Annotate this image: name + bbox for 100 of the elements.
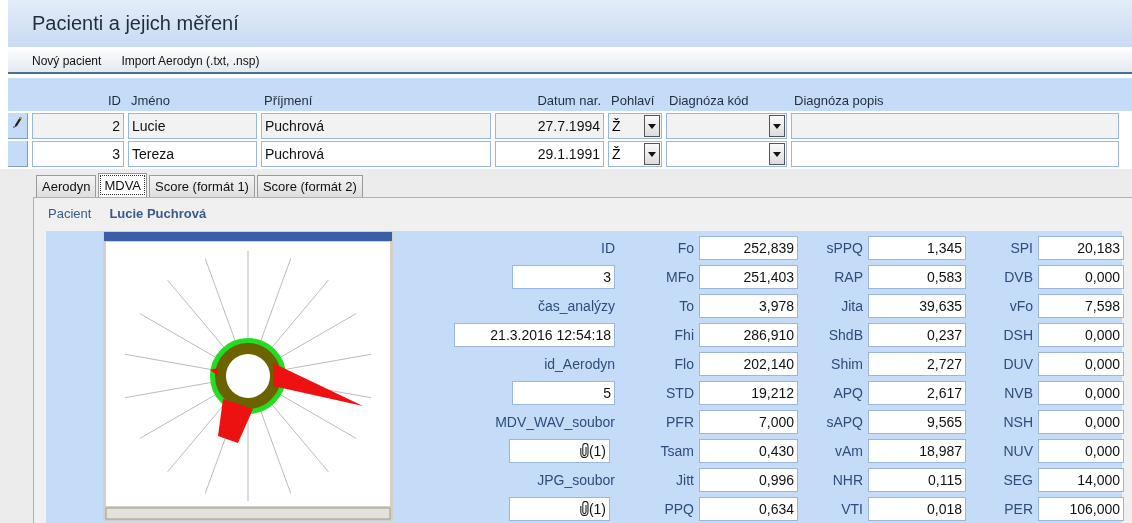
diagnosis-dropdown[interactable]	[666, 113, 787, 139]
field-label: id_Aerodyn	[544, 355, 615, 372]
measure-field[interactable]: 0,000	[1038, 438, 1124, 463]
toolbar-button[interactable]: Nový pacient	[32, 53, 102, 68]
sex-dropdown[interactable]: Ž	[608, 113, 662, 139]
measure-field[interactable]: 252,839	[699, 235, 798, 260]
measure-label: APQ	[833, 384, 863, 401]
measure-field[interactable]: 14,000	[1038, 467, 1124, 492]
measure-field[interactable]: 20,183	[1038, 235, 1124, 260]
measure-field[interactable]: 0,000	[1038, 409, 1124, 434]
datetime-field[interactable]: 21.3.2016 12:54:18	[454, 322, 615, 347]
table-cell: Puchrová	[261, 141, 491, 167]
measure-label: ShdB	[828, 326, 863, 343]
measure-label: RAP	[834, 268, 863, 285]
measure-field[interactable]: 1,345	[868, 235, 966, 260]
caret-icon	[648, 151, 656, 157]
measure-field[interactable]: 0,000	[1038, 351, 1124, 376]
measure-label: Jitt	[676, 471, 694, 488]
measure-label: NHR	[832, 471, 863, 488]
measure-field[interactable]: 0,996	[699, 467, 798, 492]
input-field[interactable]: 5	[512, 380, 615, 405]
measure-field[interactable]: 106,000	[1038, 496, 1124, 521]
measure-label: NVB	[1004, 384, 1033, 401]
measure-field[interactable]: 2,727	[868, 351, 966, 376]
measure-field[interactable]: 7,000	[699, 409, 798, 434]
field-label: JPG_soubor	[537, 471, 615, 488]
sex-dropdown[interactable]: Ž	[608, 141, 662, 167]
measure-field[interactable]: 7,598	[1038, 293, 1124, 318]
attachment-field[interactable]: (1)	[509, 438, 610, 463]
measure-field[interactable]: 0,634	[699, 496, 798, 521]
measure-label: PFR	[666, 413, 694, 430]
measure-label: STD	[666, 384, 694, 401]
measure-label: Fhi	[674, 326, 694, 343]
column-header: Datum nar.	[536, 93, 602, 108]
column-header: Diagnóza popis	[793, 93, 885, 108]
table-cell: Tereza	[128, 141, 257, 167]
measure-label: Fo	[677, 239, 694, 256]
table-cell: Puchrová	[261, 113, 491, 139]
table-cell: 29.1.1991	[495, 141, 604, 167]
measure-label: To	[679, 297, 694, 314]
tab[interactable]: Score (formát 2)	[256, 175, 363, 197]
measure-field[interactable]: 3,978	[699, 293, 798, 318]
measure-field[interactable]: 39,635	[868, 293, 966, 318]
measure-label: Jita	[841, 297, 863, 314]
measure-label: Shim	[831, 355, 863, 372]
tab[interactable]: Aerodyn	[36, 175, 97, 197]
measure-label: vAm	[835, 442, 863, 459]
measure-field[interactable]: 0,583	[868, 264, 966, 289]
measure-field[interactable]: 18,987	[868, 438, 966, 463]
measure-label: DVB	[1004, 268, 1033, 285]
table-cell: Lucie	[128, 113, 257, 139]
measure-field[interactable]: 202,140	[699, 351, 798, 376]
measure-field[interactable]: 0,018	[868, 496, 966, 521]
measure-label: NSH	[1003, 413, 1033, 430]
input-field[interactable]: 3	[512, 264, 615, 289]
measure-field[interactable]: 251,403	[699, 264, 798, 289]
measure-label: DSH	[1003, 326, 1033, 343]
measure-field[interactable]: 0,000	[1038, 322, 1124, 347]
tab[interactable]: MDVA	[98, 173, 148, 197]
measure-label: SEG	[1003, 471, 1033, 488]
measure-label: sPPQ	[826, 239, 863, 256]
measure-label: Tsam	[660, 442, 694, 459]
measure-label: PER	[1004, 500, 1033, 517]
column-header: Příjmení	[263, 93, 314, 108]
table-cell: 2	[32, 113, 124, 139]
field-label: čas_analýzy	[537, 297, 615, 314]
column-header: Jméno	[130, 93, 172, 108]
measure-field[interactable]: 0,237	[868, 322, 966, 347]
toolbar-button[interactable]: Import Aerodyn (.txt, .nsp)	[121, 53, 260, 68]
tab[interactable]: Score (formát 1)	[149, 175, 255, 197]
pencil-icon	[12, 116, 23, 128]
caret-icon	[773, 123, 781, 129]
patient-label: Pacient	[48, 206, 92, 223]
measure-field[interactable]: 0,430	[699, 438, 798, 463]
measure-label: DUV	[1003, 355, 1033, 372]
measure-label: VTI	[841, 500, 863, 517]
paperclip-icon	[579, 443, 589, 458]
window-title: Pacienti a jejich měření	[32, 11, 239, 35]
field-label: MDV_WAV_soubor	[495, 413, 615, 430]
table-cell: 27.7.1994	[495, 113, 604, 139]
measure-field[interactable]: 0,115	[868, 467, 966, 492]
measure-label: sAPQ	[826, 413, 863, 430]
measure-field[interactable]: 2,617	[868, 380, 966, 405]
column-header: Pohlaví	[610, 93, 656, 108]
measure-label: Flo	[674, 355, 694, 372]
patient-name: Lucie Puchrová	[109, 206, 207, 223]
diagnosis-dropdown[interactable]	[666, 141, 787, 167]
measure-field[interactable]: 19,212	[699, 380, 798, 405]
measure-field[interactable]: 286,910	[699, 322, 798, 347]
row-selector[interactable]	[8, 113, 28, 139]
table-cell: 3	[32, 141, 124, 167]
measure-label: NUV	[1003, 442, 1033, 459]
measure-field[interactable]: 0,000	[1038, 380, 1124, 405]
measure-label: SPI	[1010, 239, 1033, 256]
field-label: ID	[601, 239, 615, 256]
measure-field[interactable]: 9,565	[868, 409, 966, 434]
attachment-field[interactable]: (1)	[509, 496, 610, 521]
measure-field[interactable]: 0,000	[1038, 264, 1124, 289]
measure-label: PPQ	[664, 500, 694, 517]
caret-icon	[773, 151, 781, 157]
